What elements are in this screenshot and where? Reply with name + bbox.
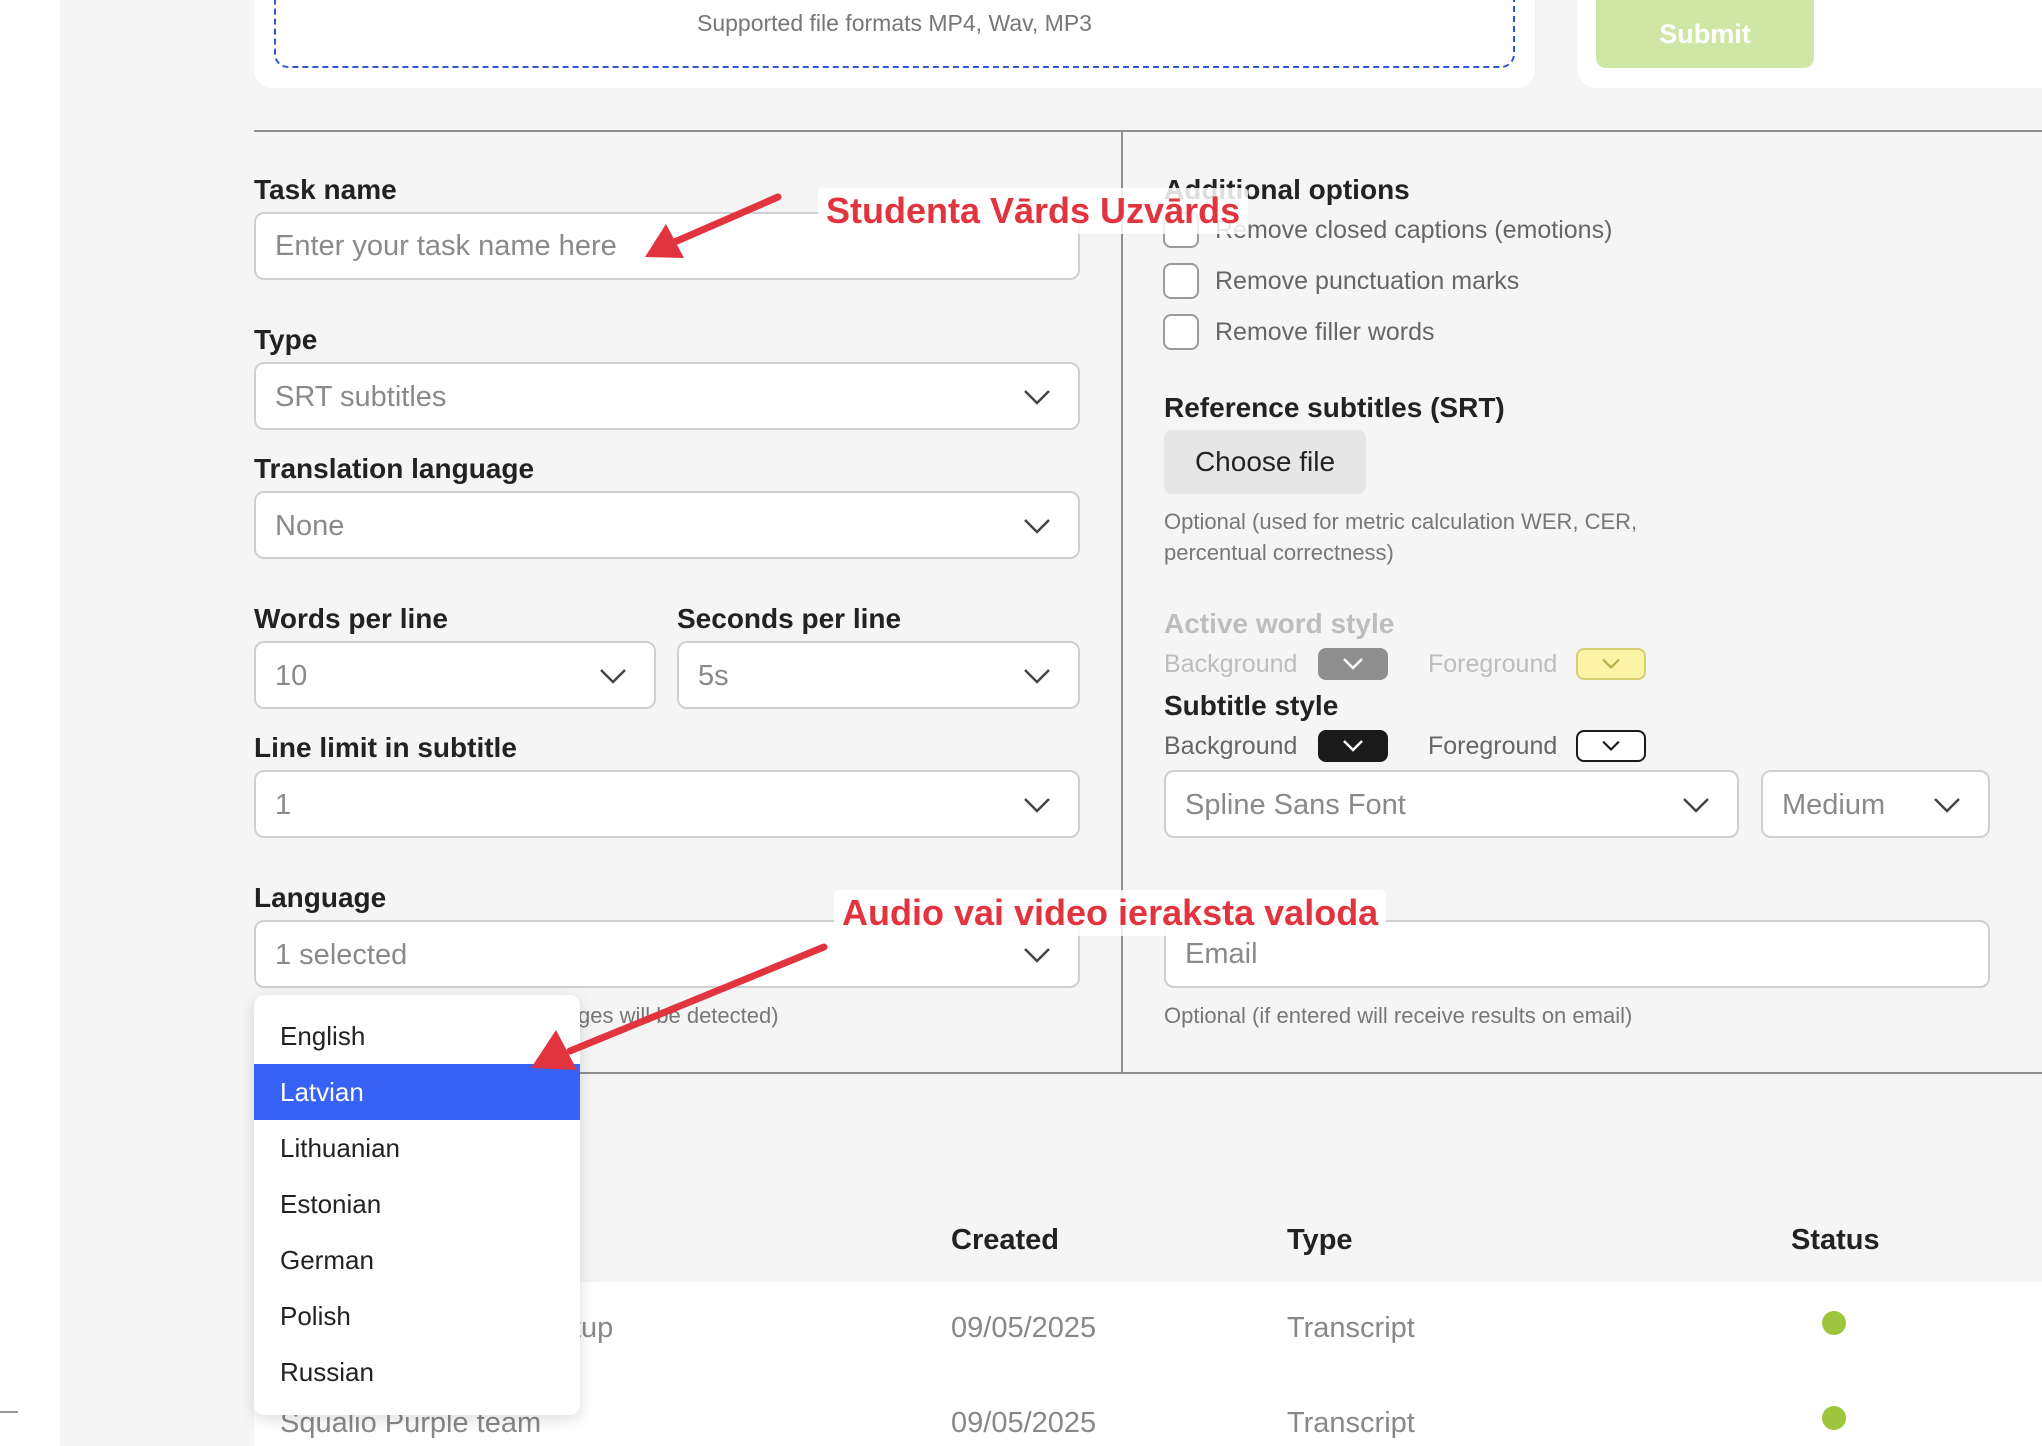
task-name-arrow-line xyxy=(666,193,782,248)
task-name-annotation: Studenta Vārds Uzvārds xyxy=(818,188,1249,234)
language-arrow-line xyxy=(566,943,828,1055)
language-annotation: Audio vai video ieraksta valoda xyxy=(834,890,1387,936)
